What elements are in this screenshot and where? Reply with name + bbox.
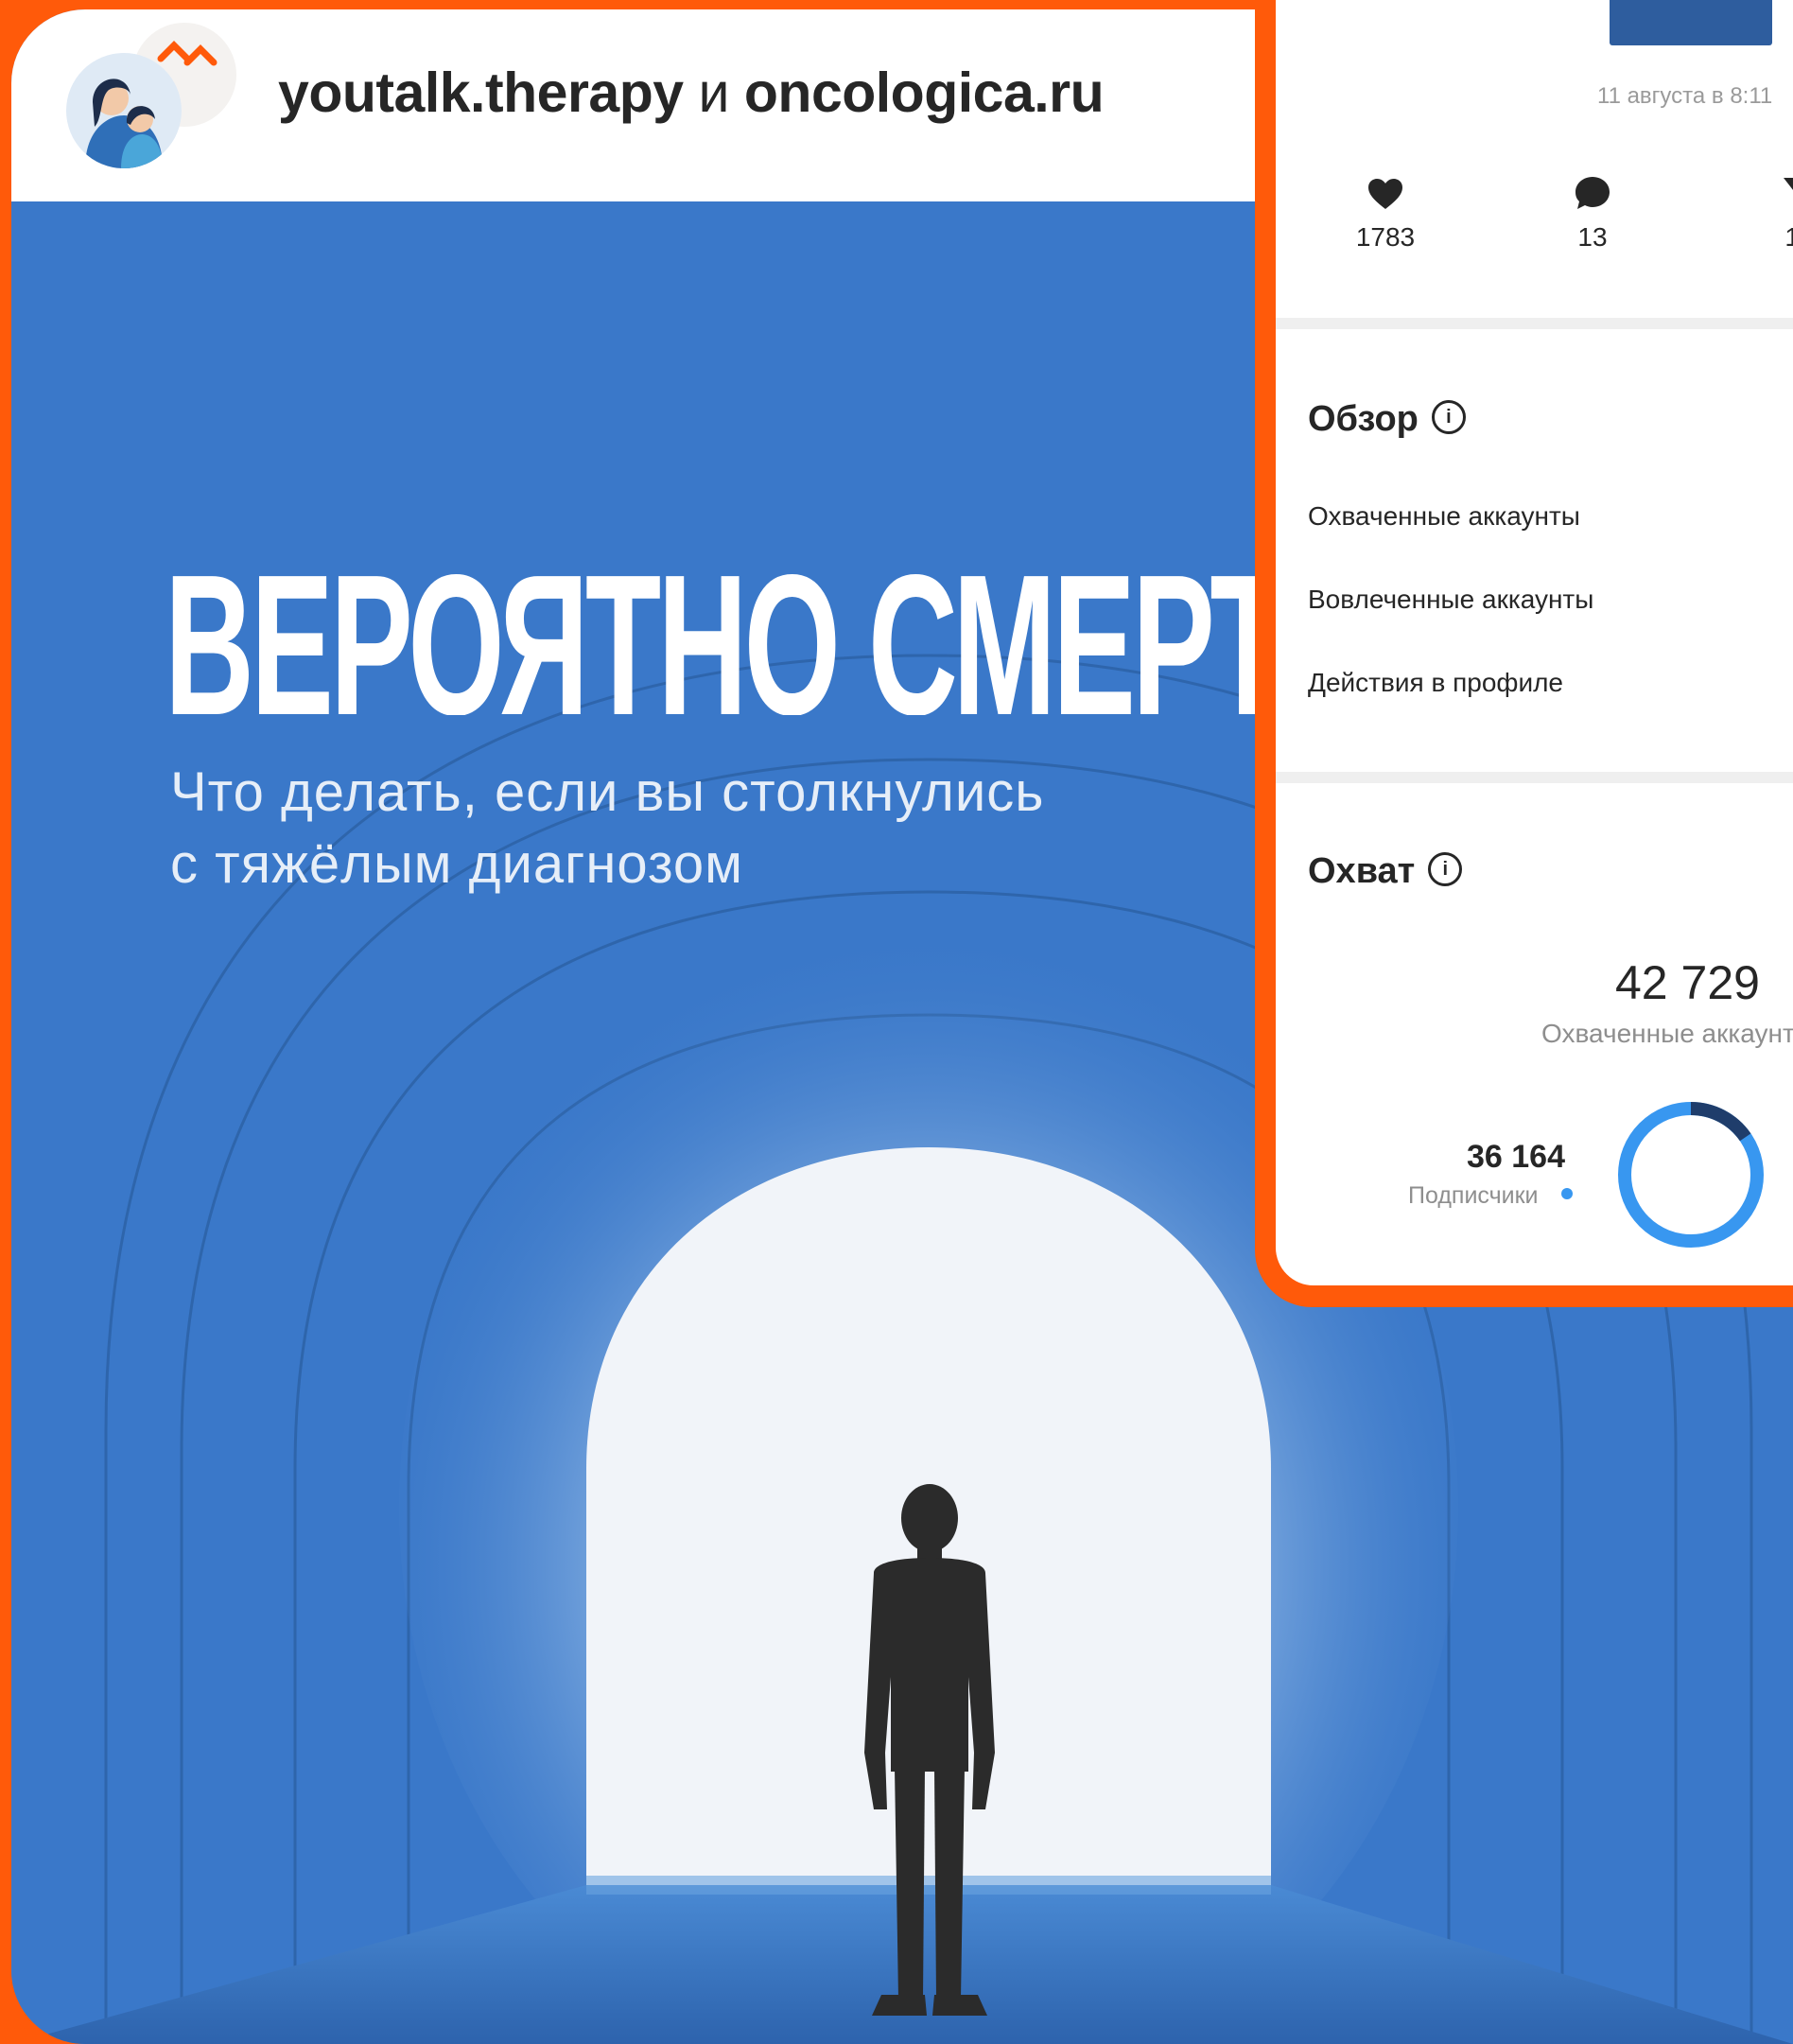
post-account-names[interactable]: youtalk.therapy и oncologica.ru bbox=[278, 61, 1105, 125]
account-conjunction: и bbox=[698, 61, 729, 124]
post-headline: ВЕРОЯТНО СМЕРТ bbox=[165, 545, 1269, 715]
comments-stat: 13 bbox=[1536, 176, 1649, 253]
share-icon bbox=[1784, 178, 1793, 190]
reach-title: Охват bbox=[1308, 851, 1416, 891]
overview-item-reached[interactable]: Охваченные аккаунты bbox=[1308, 501, 1580, 532]
comment-icon bbox=[1575, 177, 1610, 209]
reach-total: 42 729 bbox=[1615, 956, 1760, 1009]
account-primary[interactable]: youtalk.therapy bbox=[278, 61, 684, 124]
info-icon[interactable]: i bbox=[1431, 399, 1466, 434]
shares-stat: 10 bbox=[1743, 176, 1793, 253]
account-secondary[interactable]: oncologica.ru bbox=[744, 61, 1105, 124]
reach-total-label: Охваченные аккаунты bbox=[1541, 1019, 1793, 1048]
overview-heading: Обзор i bbox=[1308, 399, 1466, 440]
info-icon[interactable]: i bbox=[1428, 851, 1463, 886]
reach-donut-chart bbox=[1618, 1102, 1764, 1248]
post-thumbnail[interactable] bbox=[1610, 0, 1772, 45]
overview-title: Обзор bbox=[1308, 399, 1419, 439]
shares-count: 10 bbox=[1784, 222, 1793, 252]
heart-icon bbox=[1368, 179, 1402, 209]
overview-item-engaged[interactable]: Вовлеченные аккаунты bbox=[1308, 585, 1593, 615]
section-divider bbox=[1276, 318, 1793, 329]
followers-legend-dot bbox=[1561, 1188, 1573, 1199]
post-subtitle: Что делать, если вы столкнулись с тяжёлы… bbox=[170, 757, 1267, 900]
likes-stat: 1783 bbox=[1329, 178, 1442, 253]
comments-count: 13 bbox=[1577, 222, 1608, 252]
subtitle-line-2: с тяжёлым диагнозом bbox=[170, 833, 744, 895]
headline-container: ВЕРОЯТНО СМЕРТ bbox=[165, 545, 1269, 715]
section-divider bbox=[1276, 772, 1793, 783]
overview-item-profile-actions[interactable]: Действия в профиле bbox=[1308, 668, 1563, 698]
reach-heading: Охват i bbox=[1308, 851, 1463, 892]
followers-count: 36 164 bbox=[1467, 1139, 1565, 1175]
post-insights-panel: 11 августа в 8:11 1783 13 10 Обзорi Охва… bbox=[1276, 0, 1793, 1285]
likes-count: 1783 bbox=[1355, 222, 1416, 252]
post-date: 11 августа в 8:11 bbox=[1597, 83, 1773, 109]
avatar[interactable] bbox=[66, 53, 182, 168]
followers-label: Подписчики bbox=[1408, 1182, 1539, 1209]
subtitle-line-1: Что делать, если вы столкнулись bbox=[170, 761, 1045, 823]
